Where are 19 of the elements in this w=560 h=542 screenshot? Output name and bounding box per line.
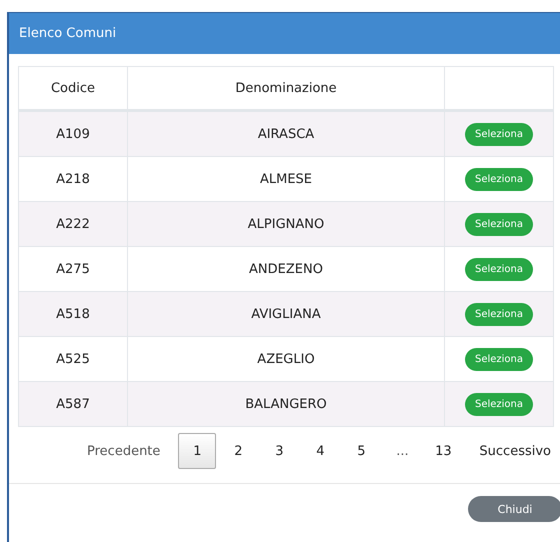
page-button[interactable]: 2 [219, 433, 258, 469]
close-button[interactable]: Chiudi [468, 496, 560, 522]
table-cell: AIRASCA [128, 110, 444, 156]
next-link[interactable]: Successivo [479, 444, 551, 458]
table-cell: A109 [18, 110, 128, 156]
page-button[interactable]: 4 [301, 433, 340, 469]
table-cell: BALANGERO [128, 382, 444, 426]
page-button[interactable]: 3 [260, 433, 298, 469]
previous-link[interactable]: Precedente [87, 444, 160, 458]
dialog-title: Elenco Comuni [19, 26, 116, 41]
table-cell: A587 [18, 382, 128, 426]
page-ellipsis: ... [395, 442, 410, 460]
table-cell: A518 [18, 292, 128, 336]
table-cell: ALPIGNANO [128, 202, 444, 246]
table-cell: AVIGLIANA [128, 292, 444, 336]
page-button[interactable]: 13 [424, 433, 462, 469]
table-cell: A222 [18, 202, 128, 246]
page-button[interactable]: 5 [342, 433, 380, 469]
page-button[interactable]: 1 [178, 433, 216, 469]
